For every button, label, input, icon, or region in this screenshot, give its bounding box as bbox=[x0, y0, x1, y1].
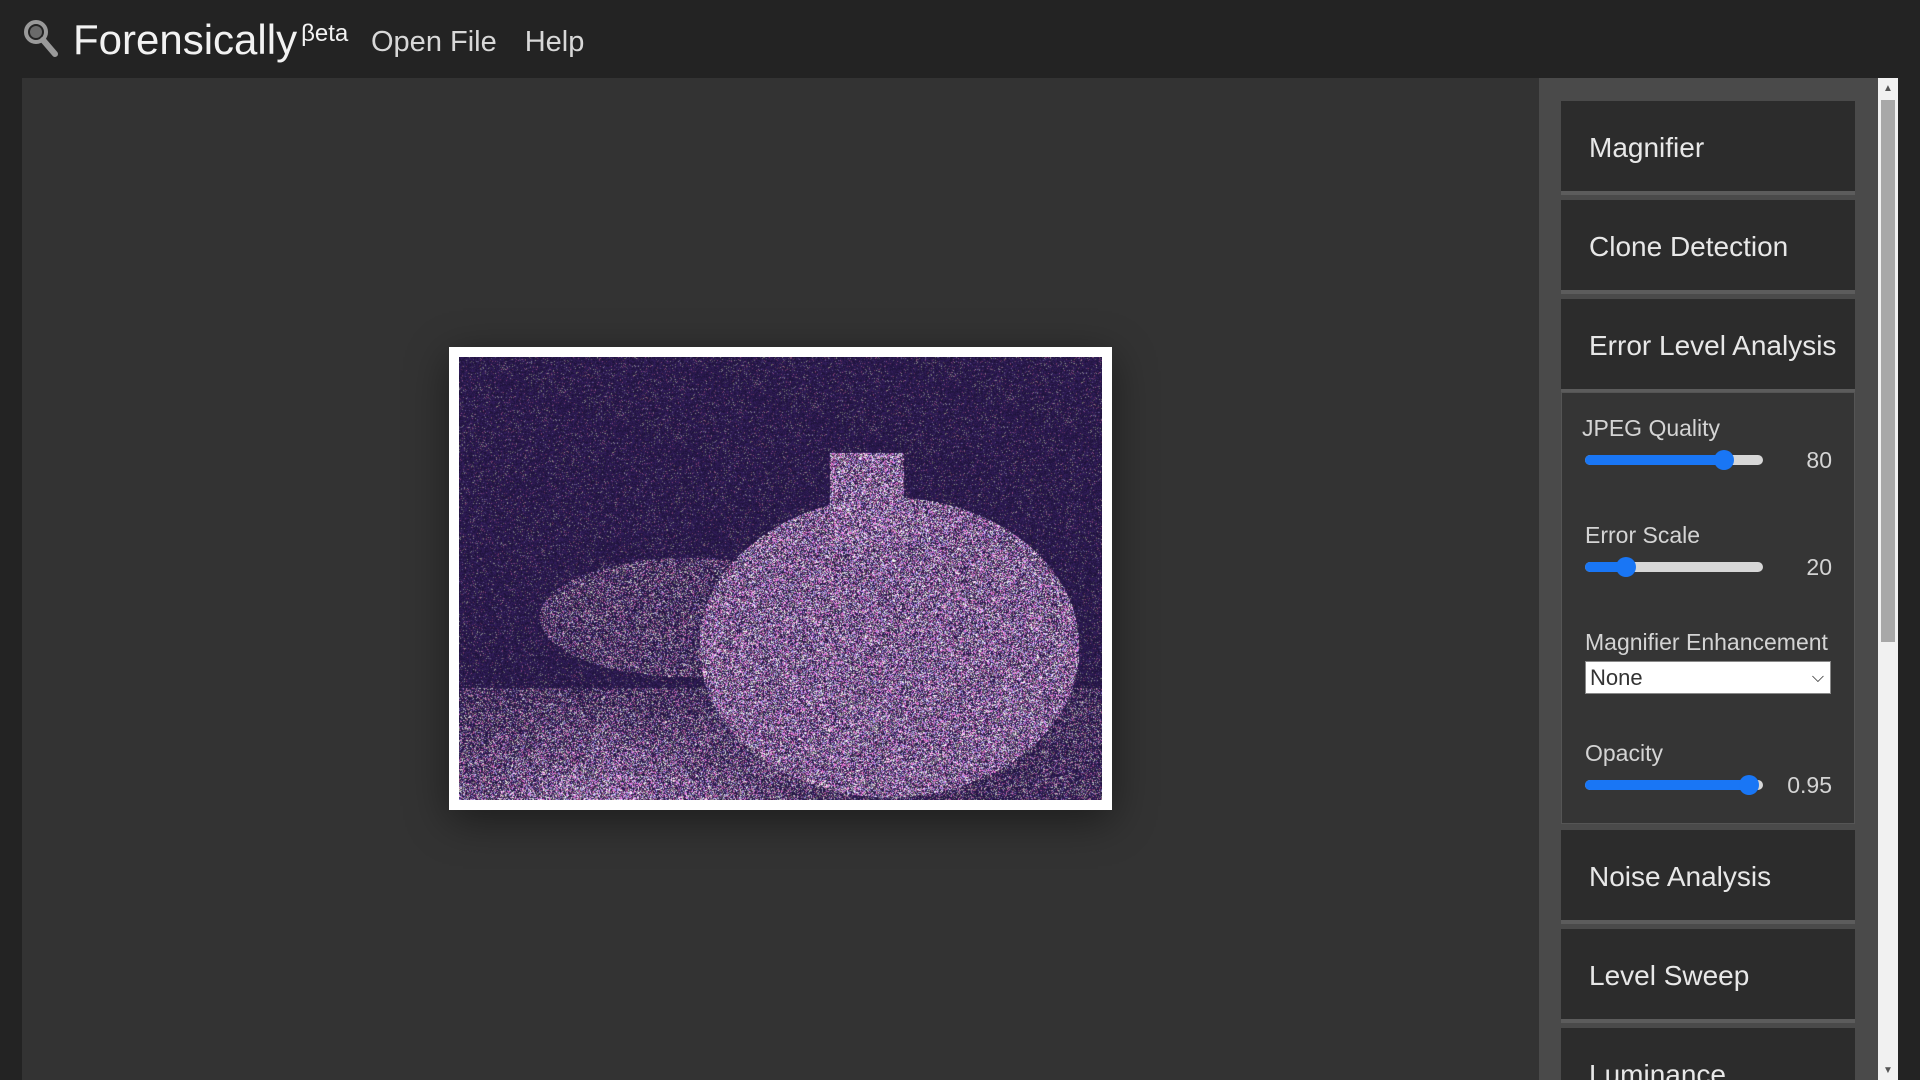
beta-badge-text: eta bbox=[314, 20, 349, 47]
error-scale-label: Error Scale bbox=[1585, 522, 1701, 548]
app-title-text: Forensically bbox=[73, 16, 298, 63]
error-scale-value: 20 bbox=[1806, 554, 1832, 580]
tool-level-sweep[interactable]: Level Sweep bbox=[1561, 929, 1855, 1023]
tool-noise-analysis[interactable]: Noise Analysis bbox=[1561, 830, 1855, 924]
image-workspace[interactable] bbox=[22, 78, 1539, 1080]
beta-badge: βeta bbox=[301, 20, 349, 47]
opacity-label: Opacity bbox=[1585, 740, 1663, 766]
magnifier-enhancement-selected: None bbox=[1590, 665, 1643, 690]
ela-result-image[interactable] bbox=[459, 357, 1102, 800]
ela-settings-panel: JPEG Quality 80 Error Scale 20 Magnifier… bbox=[1561, 392, 1855, 824]
tools-sidebar: Magnifier Clone Detection Error Level An… bbox=[1539, 78, 1878, 1080]
app-header: Forensically βeta Open File Help bbox=[0, 0, 1920, 78]
open-file-link[interactable]: Open File bbox=[371, 26, 497, 59]
tool-error-level-analysis[interactable]: Error Level Analysis bbox=[1561, 299, 1855, 393]
jpeg-quality-slider[interactable] bbox=[1585, 450, 1763, 470]
magnifier-icon bbox=[24, 20, 58, 57]
sidebar-scrollbar[interactable]: ▲ ▼ bbox=[1878, 78, 1898, 1080]
app-title: Forensically βeta bbox=[73, 16, 348, 64]
chevron-down-icon: ⌵ bbox=[1811, 669, 1824, 686]
opacity-slider-fill bbox=[1585, 780, 1749, 790]
tool-magnifier[interactable]: Magnifier bbox=[1561, 101, 1855, 195]
scroll-up-icon[interactable]: ▲ bbox=[1878, 80, 1898, 98]
opacity-value: 0.95 bbox=[1787, 772, 1832, 798]
scroll-down-icon[interactable]: ▼ bbox=[1878, 1062, 1898, 1080]
error-scale-slider[interactable] bbox=[1585, 557, 1763, 577]
error-scale-slider-thumb[interactable] bbox=[1615, 557, 1636, 577]
opacity-slider[interactable] bbox=[1585, 775, 1763, 795]
jpeg-quality-slider-fill bbox=[1585, 455, 1724, 465]
jpeg-quality-value: 80 bbox=[1806, 447, 1832, 473]
tool-luminance[interactable]: Luminance bbox=[1561, 1028, 1855, 1080]
main-nav: Open File Help bbox=[371, 26, 584, 59]
opacity-slider-thumb[interactable] bbox=[1738, 775, 1759, 795]
tool-clone-detection[interactable]: Clone Detection bbox=[1561, 200, 1855, 294]
image-frame bbox=[449, 347, 1112, 810]
jpeg-quality-label: JPEG Quality bbox=[1582, 415, 1721, 441]
magnifier-enhancement-label: Magnifier Enhancement bbox=[1585, 629, 1828, 655]
help-link[interactable]: Help bbox=[525, 26, 585, 59]
scrollbar-thumb[interactable] bbox=[1881, 100, 1895, 642]
jpeg-quality-slider-thumb[interactable] bbox=[1713, 450, 1734, 470]
magnifier-enhancement-select[interactable]: None ⌵ bbox=[1585, 661, 1831, 694]
